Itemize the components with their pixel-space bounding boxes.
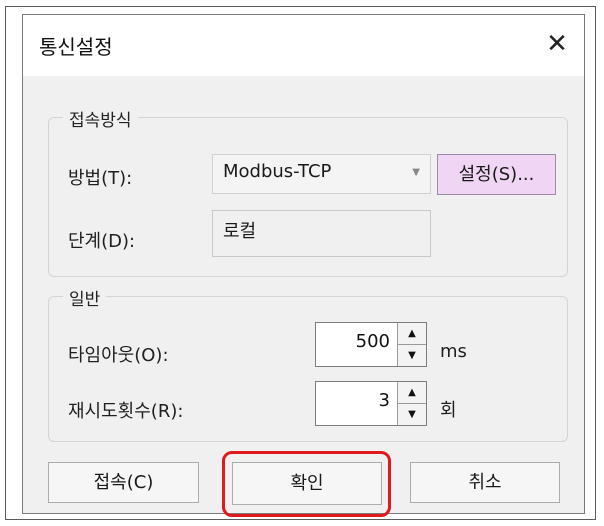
connection-method-legend: 접속방식 [63, 106, 138, 131]
retry-spin-buttons: ▲ ▼ [397, 382, 426, 425]
dialog-title: 통신설정 [39, 35, 113, 59]
ok-button[interactable]: 확인 [232, 462, 382, 505]
timeout-increment-button[interactable]: ▲ [398, 323, 426, 345]
retry-label: 재시도횟수(R): [68, 401, 184, 422]
stage-value: 로컬 [223, 221, 257, 242]
connect-button[interactable]: 접속(C) [48, 462, 199, 503]
stage-field: 로컬 [212, 210, 431, 257]
retry-increment-button[interactable]: ▲ [398, 382, 426, 404]
timeout-decrement-button[interactable]: ▼ [398, 344, 426, 366]
arrow-up-icon: ▲ [408, 386, 416, 398]
retry-value: 3 [378, 390, 390, 411]
arrow-down-icon: ▼ [408, 408, 416, 420]
arrow-down-icon: ▼ [408, 349, 416, 361]
setup-button[interactable]: 설정(S)... [437, 154, 556, 195]
timeout-stepper[interactable]: 500 ▲ ▼ [315, 322, 427, 367]
method-value: Modbus-TCP [223, 161, 332, 182]
connection-method-group: 접속방식 방법(T): Modbus-TCP ▼ 설정(S)... 단계(D):… [48, 106, 568, 277]
comm-settings-dialog: 통신설정 ✕ 접속방식 방법(T): Modbus-TCP ▼ 설정(S)...… [22, 14, 585, 517]
timeout-spin-buttons: ▲ ▼ [397, 323, 426, 366]
retry-unit: 회 [440, 400, 457, 421]
timeout-unit: ms [440, 341, 467, 362]
general-legend: 일반 [63, 285, 107, 310]
method-dropdown[interactable]: Modbus-TCP ▼ [212, 154, 431, 194]
title-bar: 통신설정 ✕ [23, 15, 584, 75]
general-group: 일반 타임아웃(O): 500 ▲ ▼ ms 재시도횟수(R): 3 ▲ ▼ 회 [48, 285, 568, 442]
cancel-button[interactable]: 취소 [410, 462, 560, 503]
retry-stepper[interactable]: 3 ▲ ▼ [315, 381, 427, 426]
chevron-down-icon: ▼ [412, 167, 420, 178]
arrow-up-icon: ▲ [408, 327, 416, 339]
dialog-body: 접속방식 방법(T): Modbus-TCP ▼ 설정(S)... 단계(D):… [23, 76, 584, 517]
close-icon: ✕ [546, 29, 568, 59]
close-button[interactable]: ✕ [540, 27, 574, 61]
timeout-label: 타임아웃(O): [68, 345, 169, 366]
method-label: 방법(T): [68, 168, 133, 189]
retry-decrement-button[interactable]: ▼ [398, 403, 426, 425]
timeout-value: 500 [355, 331, 390, 352]
stage-label: 단계(D): [68, 231, 136, 252]
